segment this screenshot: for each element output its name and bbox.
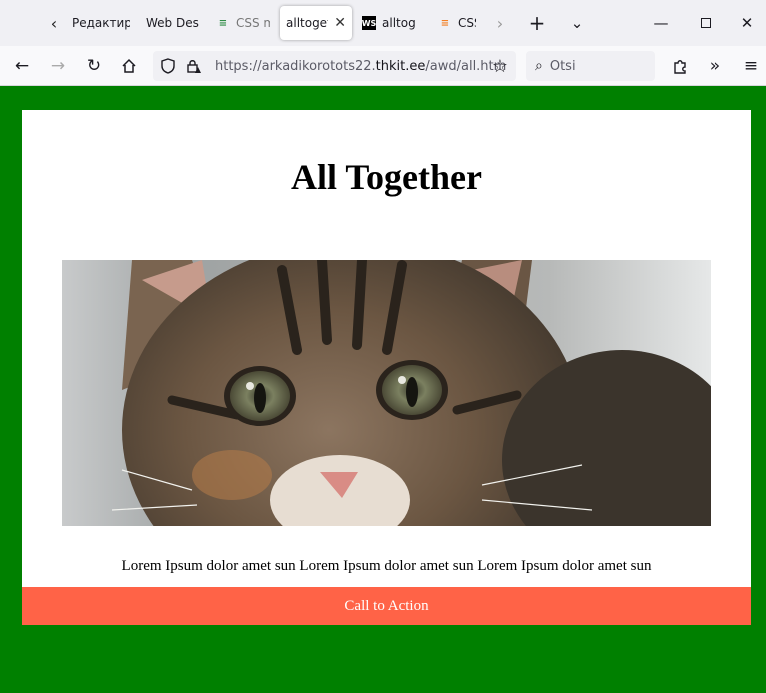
address-bar[interactable]: https://arkadikorotots22.thkit.ee/awd/al… (153, 51, 516, 81)
double-chevron-right-icon: » (709, 56, 721, 76)
close-window-button[interactable]: ✕ (728, 0, 766, 46)
forward-button[interactable]: → (44, 52, 72, 80)
tab-css-geeks[interactable]: ≡ CSS m (210, 6, 276, 40)
tab-label: alltoget (286, 16, 329, 30)
tab-alltogether-webstorm[interactable]: WS alltog (356, 6, 428, 40)
app-menu-button[interactable]: ≡ (737, 52, 765, 80)
tab-label: CSS m (236, 16, 270, 30)
close-icon: ✕ (740, 14, 754, 32)
reload-button[interactable]: ↻ (80, 52, 108, 80)
plus-icon: + (528, 11, 546, 35)
maximize-button[interactable] (683, 0, 729, 46)
arrow-right-icon: → (50, 56, 66, 76)
tab-css-stackoverflow[interactable]: ≡ CSS (432, 6, 482, 40)
search-placeholder: Otsi (549, 58, 576, 74)
minimize-button[interactable]: — (638, 0, 684, 46)
scroll-tabs-right-button[interactable]: › (482, 0, 518, 46)
url-text: https://arkadikorotots22.thkit.ee/awd/al… (215, 58, 507, 74)
geeksforgeeks-icon: ≡ (218, 17, 228, 29)
maximize-icon (701, 18, 711, 28)
tab-web-design[interactable]: Web Desig (140, 6, 206, 40)
tab-label: alltog (382, 16, 416, 30)
minimize-icon: — (653, 14, 669, 32)
home-icon (122, 58, 136, 73)
page-title: All Together (290, 157, 482, 197)
puzzle-icon (674, 60, 686, 74)
tab-label: Web Desig (146, 16, 200, 30)
search-input[interactable]: ⌕ Otsi (526, 51, 655, 81)
tab-label: Редактиро (72, 16, 130, 30)
tab-label: CSS (458, 16, 476, 30)
list-all-tabs-button[interactable]: ⌄ (554, 0, 600, 46)
content-card: All Together Lorem Ipsum dolor amet sun … (22, 110, 751, 625)
hamburger-menu-icon: ≡ (743, 56, 759, 76)
body-paragraph: Lorem Ipsum dolor amet sun Lorem Ipsum d… (121, 558, 652, 574)
tab-redaktor[interactable]: Редактиро (66, 6, 136, 40)
reload-icon: ↻ (86, 56, 102, 76)
webstorm-icon: WS (362, 16, 376, 30)
call-to-action-button[interactable]: Call to Action (22, 587, 751, 625)
back-button[interactable]: ← (8, 52, 36, 80)
navigation-toolbar: ← → ↻ https://arkadikorotots22.thkit.ee/… (0, 46, 766, 86)
chevron-left-icon: ‹ (50, 13, 58, 33)
tab-alltogether-active[interactable]: alltoget ✕ (280, 6, 352, 40)
stackoverflow-icon: ≡ (440, 17, 450, 29)
tab-list: Редактиро Web Desig ≡ CSS m alltoget ✕ W… (66, 0, 521, 46)
kitten-image (62, 260, 711, 526)
extensions-button[interactable] (666, 52, 694, 80)
star-icon: ☆ (491, 55, 509, 77)
insecure-lock-icon[interactable] (185, 57, 203, 75)
chevron-right-icon: › (496, 13, 504, 33)
tab-strip: ‹ Редактиро Web Desig ≡ CSS m alltoget ✕… (0, 0, 766, 46)
chevron-down-icon: ⌄ (570, 14, 584, 32)
tracking-protection-shield-icon[interactable] (159, 57, 177, 75)
bookmark-star-button[interactable]: ☆ (486, 52, 514, 80)
search-icon: ⌕ (535, 58, 543, 74)
close-tab-icon[interactable]: ✕ (334, 15, 346, 31)
home-button[interactable] (115, 52, 143, 80)
overflow-menu-button[interactable]: » (701, 52, 729, 80)
arrow-left-icon: ← (14, 56, 30, 76)
